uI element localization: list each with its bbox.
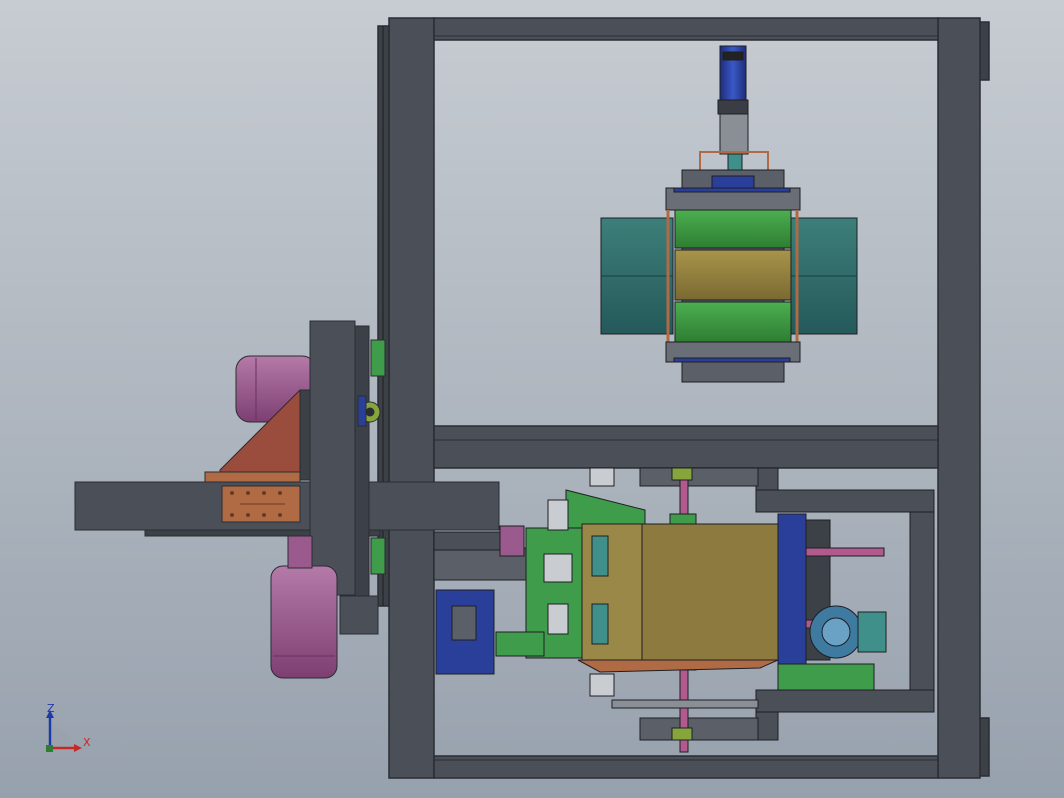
cad-model-viewport[interactable]: Z X — [0, 0, 1064, 798]
viewport-background — [0, 0, 1064, 798]
processing-box — [639, 523, 779, 661]
z-axis-label: Z — [47, 702, 55, 715]
blue-roller — [777, 513, 807, 665]
frame-right-post — [937, 17, 981, 779]
frame-middle-beam — [433, 425, 939, 469]
x-axis-label: X — [83, 736, 91, 749]
roller-middle — [674, 249, 792, 301]
roller-bottom — [674, 301, 792, 343]
cylinder-lower — [639, 717, 759, 741]
lower-purple-motor — [270, 565, 338, 679]
gearbox — [719, 113, 749, 155]
bearing-block-upper — [370, 339, 386, 377]
frame-top-beam — [433, 17, 939, 41]
cylinder-upper — [639, 467, 759, 487]
frame-bottom-beam — [433, 755, 939, 779]
roller-top — [674, 209, 792, 249]
model-scene[interactable]: Z X — [0, 0, 1064, 798]
frame-left-post — [388, 17, 435, 779]
vertical-carriage — [309, 320, 356, 596]
bearing-block-lower — [370, 537, 386, 575]
